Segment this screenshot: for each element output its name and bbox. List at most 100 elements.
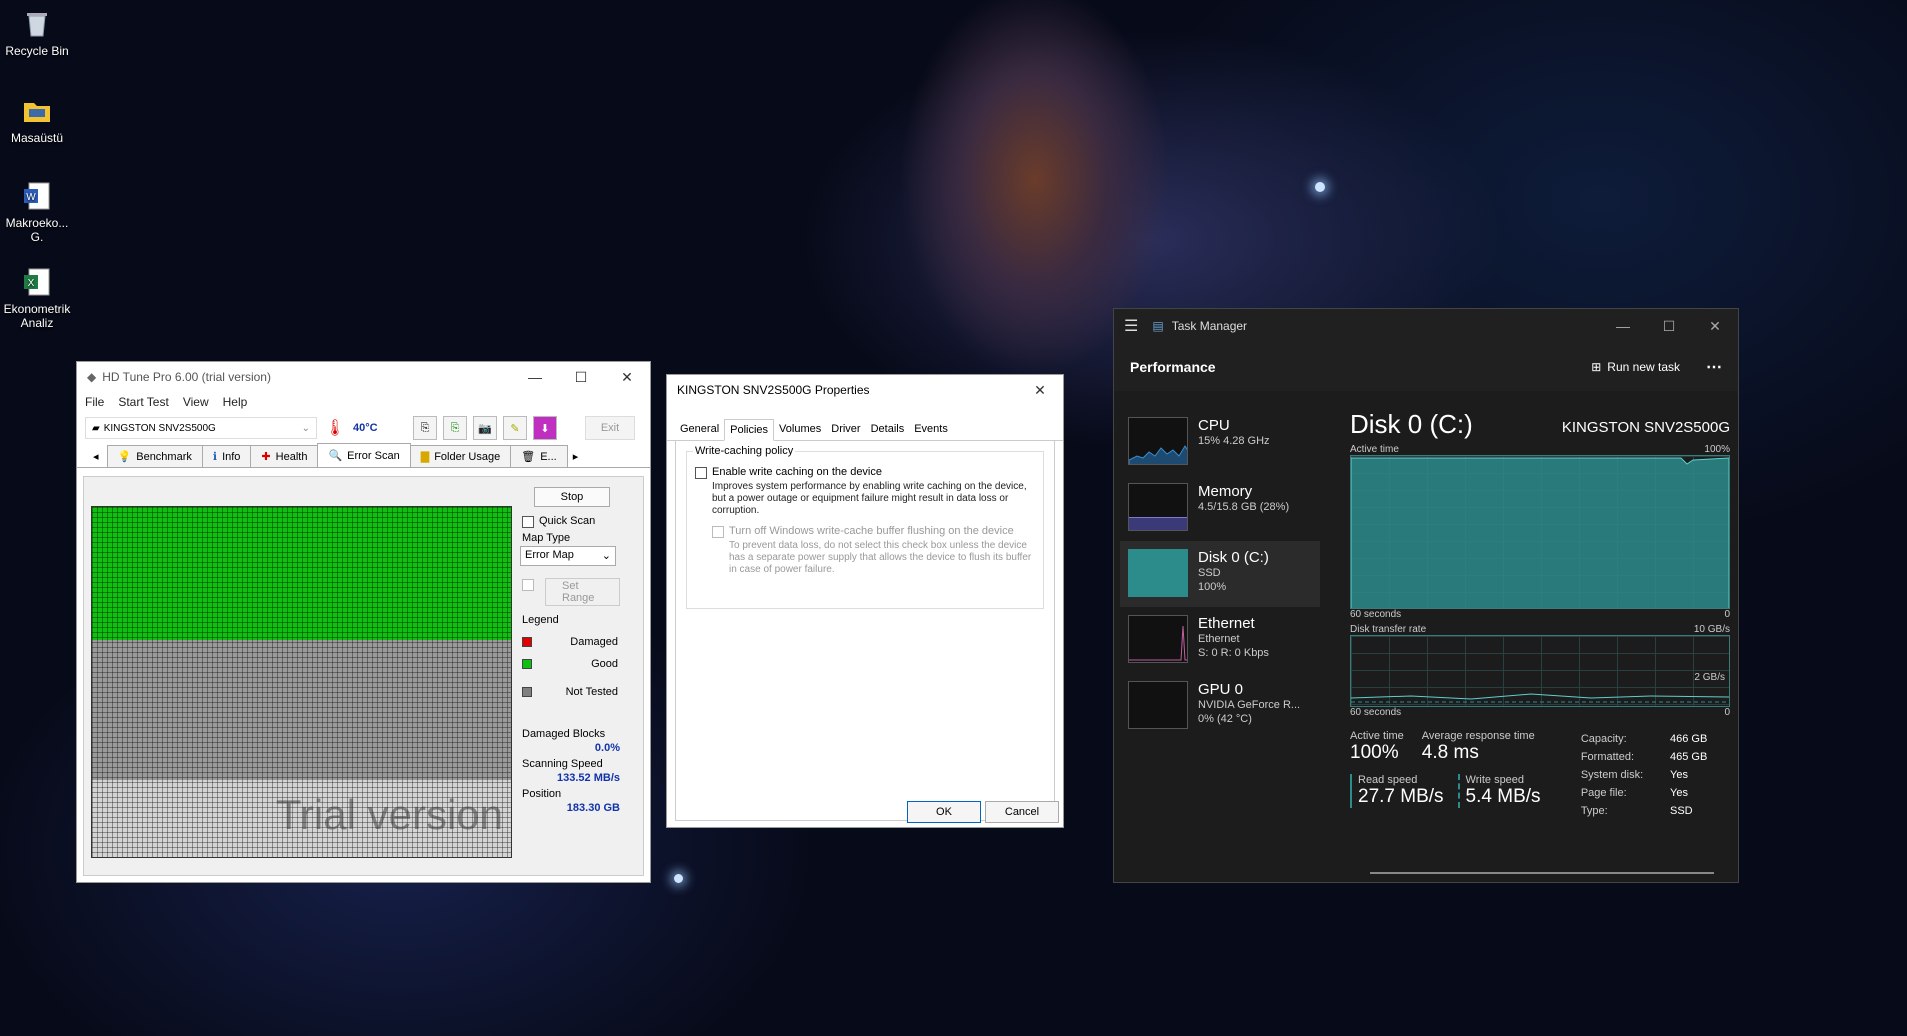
screenshot-button[interactable]: 📷 — [473, 416, 497, 440]
trash-icon: 🗑 — [521, 451, 536, 463]
prop-value: 465 GB — [1670, 751, 1708, 763]
menu-view[interactable]: View — [183, 395, 209, 409]
tab-policies[interactable]: Policies — [724, 419, 775, 441]
quick-scan-checkbox[interactable]: Quick Scan — [522, 515, 620, 528]
ethernet-thumbnail — [1128, 615, 1188, 663]
map-type-select[interactable]: Error Map ⌄ — [520, 546, 616, 566]
prop-value: Yes — [1670, 769, 1688, 781]
legend-text: Good — [591, 658, 618, 670]
close-button[interactable]: ✕ — [604, 369, 650, 386]
tab-details[interactable]: Details — [866, 419, 910, 440]
menu-help[interactable]: Help — [223, 395, 248, 409]
perf-item-cpu[interactable]: CPU 15% 4.28 GHz — [1120, 409, 1320, 475]
item-name: GPU 0 — [1198, 681, 1244, 698]
checkbox-box[interactable] — [712, 526, 724, 538]
cpu-sparkline — [1129, 445, 1187, 464]
horizontal-scrollbar[interactable] — [1370, 872, 1714, 874]
tab-general[interactable]: General — [675, 419, 724, 440]
folder-icon — [24, 103, 50, 122]
maximize-button[interactable]: ☐ — [1646, 318, 1692, 335]
close-button[interactable]: ✕ — [1017, 382, 1063, 399]
active-time-max: 100% — [1704, 444, 1730, 455]
checkbox-box[interactable] — [522, 579, 534, 591]
copy-all-button[interactable]: ⎘ — [443, 416, 467, 440]
tab-info[interactable]: ℹ Info — [201, 445, 252, 467]
item-name: CPU — [1198, 417, 1230, 434]
tab-label: Folder Usage — [434, 450, 501, 463]
disk-detail: Disk 0 (C:) KINGSTON SNV2S500G Active ti… — [1350, 409, 1730, 820]
tab-error-scan[interactable]: 🔍 Error Scan — [317, 443, 411, 467]
transfer-rate-graph: 2 GB/s — [1350, 635, 1730, 707]
ok-button[interactable]: OK — [907, 801, 981, 823]
menu-start-test[interactable]: Start Test — [118, 395, 168, 409]
desktop-icon-label: Ekonometrik Analiz — [3, 302, 71, 330]
run-new-task-button[interactable]: ⊞ Run new task — [1591, 360, 1680, 374]
folder-icon: ▇ — [420, 451, 430, 463]
dialog-tabs: General Policies Volumes Driver Details … — [667, 419, 1063, 441]
cancel-button[interactable]: Cancel — [985, 801, 1059, 823]
perf-item-gpu[interactable]: GPU 0 NVIDIA GeForce R... 0% (42 °C) — [1120, 673, 1320, 739]
legend-not-tested: Not Tested — [522, 686, 618, 698]
response-time-value: 4.8 ms — [1421, 742, 1479, 763]
tabs-right-arrow[interactable]: ▸ — [567, 446, 585, 467]
chevron-down-icon: ⌄ — [601, 550, 611, 562]
close-button[interactable]: ✕ — [1692, 318, 1738, 335]
item-detail: Ethernet — [1198, 633, 1240, 645]
prop-value: SSD — [1670, 805, 1693, 817]
disk-prop-row: Type: SSD — [1581, 802, 1730, 820]
options-button[interactable]: ✎ — [503, 416, 527, 440]
minimize-button[interactable]: — — [512, 369, 558, 386]
hdtune-titlebar: ◆ HD Tune Pro 6.00 (trial version) — ☐ ✕ — [77, 362, 650, 392]
tab-benchmark[interactable]: 💡 Benchmark — [106, 445, 203, 467]
tab-health[interactable]: ✚ Health — [250, 445, 319, 467]
disk-prop-row: Formatted: 465 GB — [1581, 748, 1730, 766]
more-options-icon[interactable]: ⋯ — [1706, 357, 1722, 377]
desktop-icon-word-doc[interactable]: W Makroeko... G. — [2, 180, 72, 244]
legend-text: Damaged — [570, 636, 618, 648]
copy-info-button[interactable]: ⎘ — [413, 416, 437, 440]
perf-item-memory[interactable]: Memory 4.5/15.8 GB (28%) — [1120, 475, 1320, 541]
tab-events[interactable]: Events — [909, 419, 953, 440]
tm-titlebar: ☰ ▤ Task Manager — ☐ ✕ — [1114, 309, 1738, 343]
maximize-button[interactable]: ☐ — [558, 369, 604, 386]
tabs-left-arrow[interactable]: ◂ — [85, 446, 107, 467]
disk-thumbnail — [1128, 549, 1188, 597]
perf-item-ethernet[interactable]: Ethernet Ethernet S: 0 R: 0 Kbps — [1120, 607, 1320, 673]
performance-header: Performance ⊞ Run new task ⋯ — [1114, 343, 1738, 391]
checkbox-box[interactable] — [695, 467, 707, 479]
disk-prop-row: Capacity: 466 GB — [1581, 730, 1730, 748]
menu-file[interactable]: File — [85, 395, 104, 409]
hamburger-menu-icon[interactable]: ☰ — [1124, 316, 1138, 336]
exit-button[interactable]: Exit — [585, 416, 635, 440]
desktop-icon-masaustu[interactable]: Masaüstü — [2, 95, 72, 145]
legend-label: Legend — [522, 614, 559, 626]
drive-name: KINGSTON SNV2S500G — [103, 422, 216, 434]
prop-value: 466 GB — [1670, 733, 1708, 745]
item-name: Memory — [1198, 483, 1253, 500]
desktop-icon-label: Makroeko... G. — [5, 216, 69, 244]
trial-watermark: Trial version — [275, 791, 503, 838]
turn-off-flushing-checkbox[interactable]: Turn off Windows write-cache buffer flus… — [712, 525, 1035, 538]
checkbox-box[interactable] — [522, 516, 534, 528]
hdtune-app-icon: ◆ — [87, 370, 97, 384]
desktop-icon-recycle-bin[interactable]: Recycle Bin — [2, 8, 72, 58]
perf-item-disk[interactable]: Disk 0 (C:) SSD 100% — [1120, 541, 1320, 607]
tab-volumes[interactable]: Volumes — [774, 419, 826, 440]
set-range-checkbox[interactable]: Set Range — [522, 578, 620, 606]
minimize-button[interactable]: — — [1600, 318, 1646, 335]
stop-button[interactable]: Stop — [534, 487, 610, 507]
prop-value: Yes — [1670, 787, 1688, 799]
tab-erase[interactable]: 🗑 E... — [510, 445, 568, 467]
enable-write-caching-checkbox[interactable]: Enable write caching on the device — [695, 466, 1035, 479]
ethernet-sparkline — [1129, 625, 1187, 661]
save-button[interactable]: ⬇ — [533, 416, 557, 440]
desktop-icon-excel-doc[interactable]: X Ekonometrik Analiz — [2, 266, 72, 330]
write-speed-value: 5.4 MB/s — [1465, 786, 1541, 807]
scanning-speed-value: 133.52 MB/s — [557, 772, 620, 784]
transfer-graph-label: Disk transfer rate — [1350, 624, 1427, 635]
dialog-title: KINGSTON SNV2S500G Properties — [677, 383, 870, 397]
tab-folder-usage[interactable]: ▇ Folder Usage — [409, 445, 512, 467]
tab-driver[interactable]: Driver — [826, 419, 865, 440]
drive-select[interactable]: ▰ KINGSTON SNV2S500G ⌄ — [85, 417, 317, 439]
legend-damaged: Damaged — [522, 636, 618, 648]
